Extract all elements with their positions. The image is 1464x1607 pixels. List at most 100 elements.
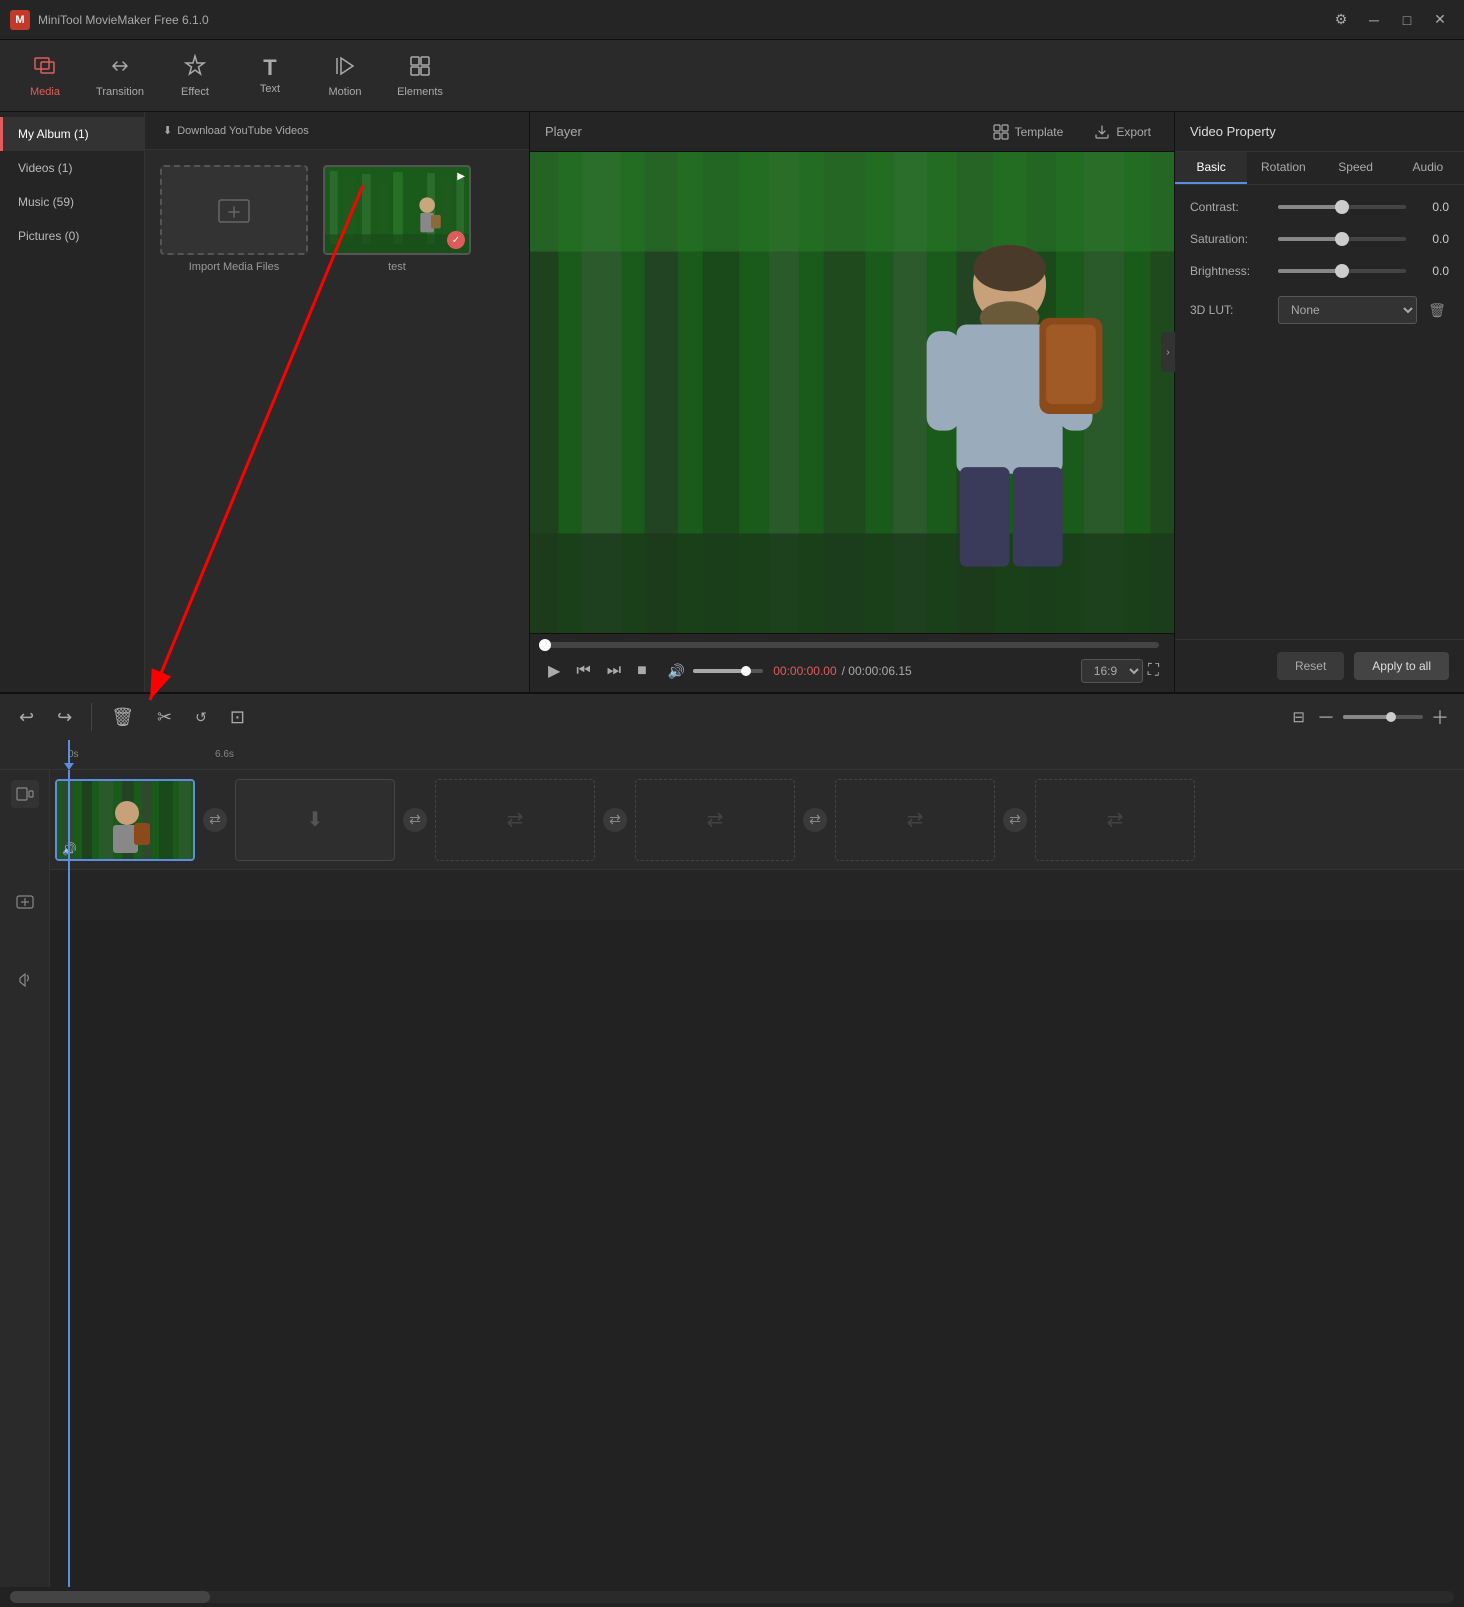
contrast-handle[interactable] [1335, 200, 1349, 214]
add-transition-4[interactable]: ⇄ [800, 779, 830, 861]
undo-icon: ↩ [19, 707, 34, 728]
sidebar-item-music[interactable]: Music (59) [0, 185, 144, 219]
rotate-button[interactable]: ↺ [191, 705, 211, 730]
next-frame-button[interactable]: ⏭ [604, 659, 624, 683]
brightness-fill [1278, 269, 1342, 273]
lut-delete-button[interactable]: 🗑 [1425, 298, 1449, 322]
zoom-out-button[interactable]: － [1317, 704, 1335, 730]
tab-audio[interactable]: Audio [1392, 152, 1464, 184]
crop-button[interactable]: ⊡ [226, 703, 249, 732]
apply-all-button[interactable]: Apply to all [1354, 652, 1449, 680]
minimize-button[interactable]: ─ [1360, 6, 1388, 34]
brightness-handle[interactable] [1335, 264, 1349, 278]
sidebar-item-my-album[interactable]: My Album (1) [0, 117, 144, 151]
media-icon [33, 54, 57, 82]
toolbar-elements[interactable]: Elements [385, 46, 455, 106]
zoom-handle[interactable] [1386, 712, 1396, 722]
fullscreen-button[interactable]: ⛶ [1148, 662, 1159, 680]
sidebar: My Album (1) Videos (1) Music (59) Pictu… [0, 112, 145, 692]
download-youtube-button[interactable]: ⬇ Download YouTube Videos [155, 121, 317, 140]
zoom-out-icon: － [1317, 704, 1335, 730]
tab-rotation[interactable]: Rotation [1247, 152, 1319, 184]
download-icon: ⬇ [163, 124, 172, 137]
stop-button[interactable]: ■ [634, 659, 650, 683]
rotate-icon: ↺ [195, 709, 207, 726]
zoom-in-button[interactable]: ＋ [1431, 704, 1449, 730]
contrast-slider[interactable] [1278, 205, 1406, 209]
video-clip-1[interactable]: 🔊 [55, 779, 195, 861]
close-button[interactable]: ✕ [1426, 6, 1454, 34]
toolbar-media[interactable]: Media [10, 46, 80, 106]
zoom-slider[interactable] [1343, 715, 1423, 719]
progress-handle[interactable] [539, 639, 551, 651]
collapse-panel-button[interactable]: › [1161, 332, 1175, 372]
player-actions: Template Export [985, 120, 1159, 144]
property-footer: Reset Apply to all [1175, 639, 1464, 692]
add-track-icon[interactable] [16, 893, 34, 914]
timeline-playhead-ruler [68, 740, 70, 769]
reset-button[interactable]: Reset [1277, 652, 1344, 680]
export-icon [1094, 124, 1110, 140]
toolbar-transition[interactable]: Transition [85, 46, 155, 106]
brightness-slider-container [1278, 269, 1406, 273]
timeline-ruler: 0s 6.6s [0, 740, 1464, 770]
zoom-in-icon: ＋ [1431, 704, 1449, 730]
volume-slider[interactable] [693, 669, 763, 673]
video-media-item[interactable]: ▶ ✓ test [323, 165, 471, 273]
volume-icon[interactable]: 🔊 [665, 660, 688, 683]
toolbar-text[interactable]: T Text [235, 46, 305, 106]
scissors-icon: ✂ [157, 707, 172, 728]
saturation-handle[interactable] [1335, 232, 1349, 246]
video-track-icon [11, 780, 39, 808]
maximize-button[interactable]: □ [1393, 6, 1421, 34]
prev-frame-button[interactable]: ⏮ [573, 659, 593, 683]
titlebar: M MiniTool MovieMaker Free 6.1.0 ⚙ ─ □ ✕ [0, 0, 1464, 40]
track-content: 🔊 ⇄ ⬇ ⇄ [50, 770, 1464, 1587]
split-button[interactable]: ✂ [153, 703, 176, 732]
left-panel: My Album (1) Videos (1) Music (59) Pictu… [0, 112, 530, 692]
scrollbar-thumb[interactable] [10, 1591, 210, 1603]
audio-track [50, 870, 1464, 920]
redo-button[interactable]: ↪ [53, 703, 76, 732]
brightness-slider[interactable] [1278, 269, 1406, 273]
video-check-icon: ✓ [447, 231, 465, 249]
tab-speed[interactable]: Speed [1320, 152, 1392, 184]
motion-icon [333, 54, 357, 82]
sidebar-item-pictures[interactable]: Pictures (0) [0, 219, 144, 253]
delete-clip-button[interactable]: 🗑 [107, 703, 138, 732]
add-transition-1[interactable]: ⇄ [200, 779, 230, 861]
template-button[interactable]: Template [985, 120, 1072, 144]
template-icon [993, 124, 1009, 140]
empty-slot-4: ⇄ [835, 779, 995, 861]
sidebar-item-videos[interactable]: Videos (1) [0, 151, 144, 185]
add-transition-2[interactable]: ⇄ [400, 779, 430, 861]
toolbar-motion[interactable]: Motion [310, 46, 380, 106]
import-media-item[interactable]: Import Media Files [160, 165, 308, 273]
trash-icon: 🗑 [1428, 302, 1446, 319]
export-button[interactable]: Export [1086, 120, 1159, 144]
storyboard-toggle[interactable]: ⊟ [1288, 704, 1309, 730]
volume-handle[interactable] [741, 666, 751, 676]
lut-select[interactable]: None [1278, 296, 1417, 324]
video-thumb: ▶ ✓ [323, 165, 471, 255]
settings-button[interactable]: ⚙ [1327, 6, 1355, 34]
progress-bar[interactable] [545, 642, 1159, 648]
timeline-scrollbar[interactable] [10, 1591, 1454, 1603]
tl-right-controls: ⊟ － ＋ [1288, 704, 1449, 730]
media-toolbar: ⬇ Download YouTube Videos [145, 112, 529, 150]
contrast-label: Contrast: [1190, 200, 1270, 214]
audio-track-icon [16, 969, 34, 990]
undo-button[interactable]: ↩ [15, 703, 38, 732]
add-transition-5[interactable]: ⇄ [1000, 779, 1030, 861]
play-button[interactable]: ▶ [545, 658, 563, 684]
crop-icon: ⊡ [230, 707, 245, 728]
transition-icon [108, 54, 132, 82]
toolbar-effect[interactable]: Effect [160, 46, 230, 106]
player-label: Player [545, 124, 582, 139]
add-transition-3[interactable]: ⇄ [600, 779, 630, 861]
saturation-value: 0.0 [1414, 232, 1449, 246]
aspect-ratio-select[interactable]: 16:9 4:3 1:1 [1081, 659, 1143, 683]
media-content: ⬇ Download YouTube Videos [145, 112, 529, 692]
tab-basic[interactable]: Basic [1175, 152, 1247, 184]
saturation-slider[interactable] [1278, 237, 1406, 241]
